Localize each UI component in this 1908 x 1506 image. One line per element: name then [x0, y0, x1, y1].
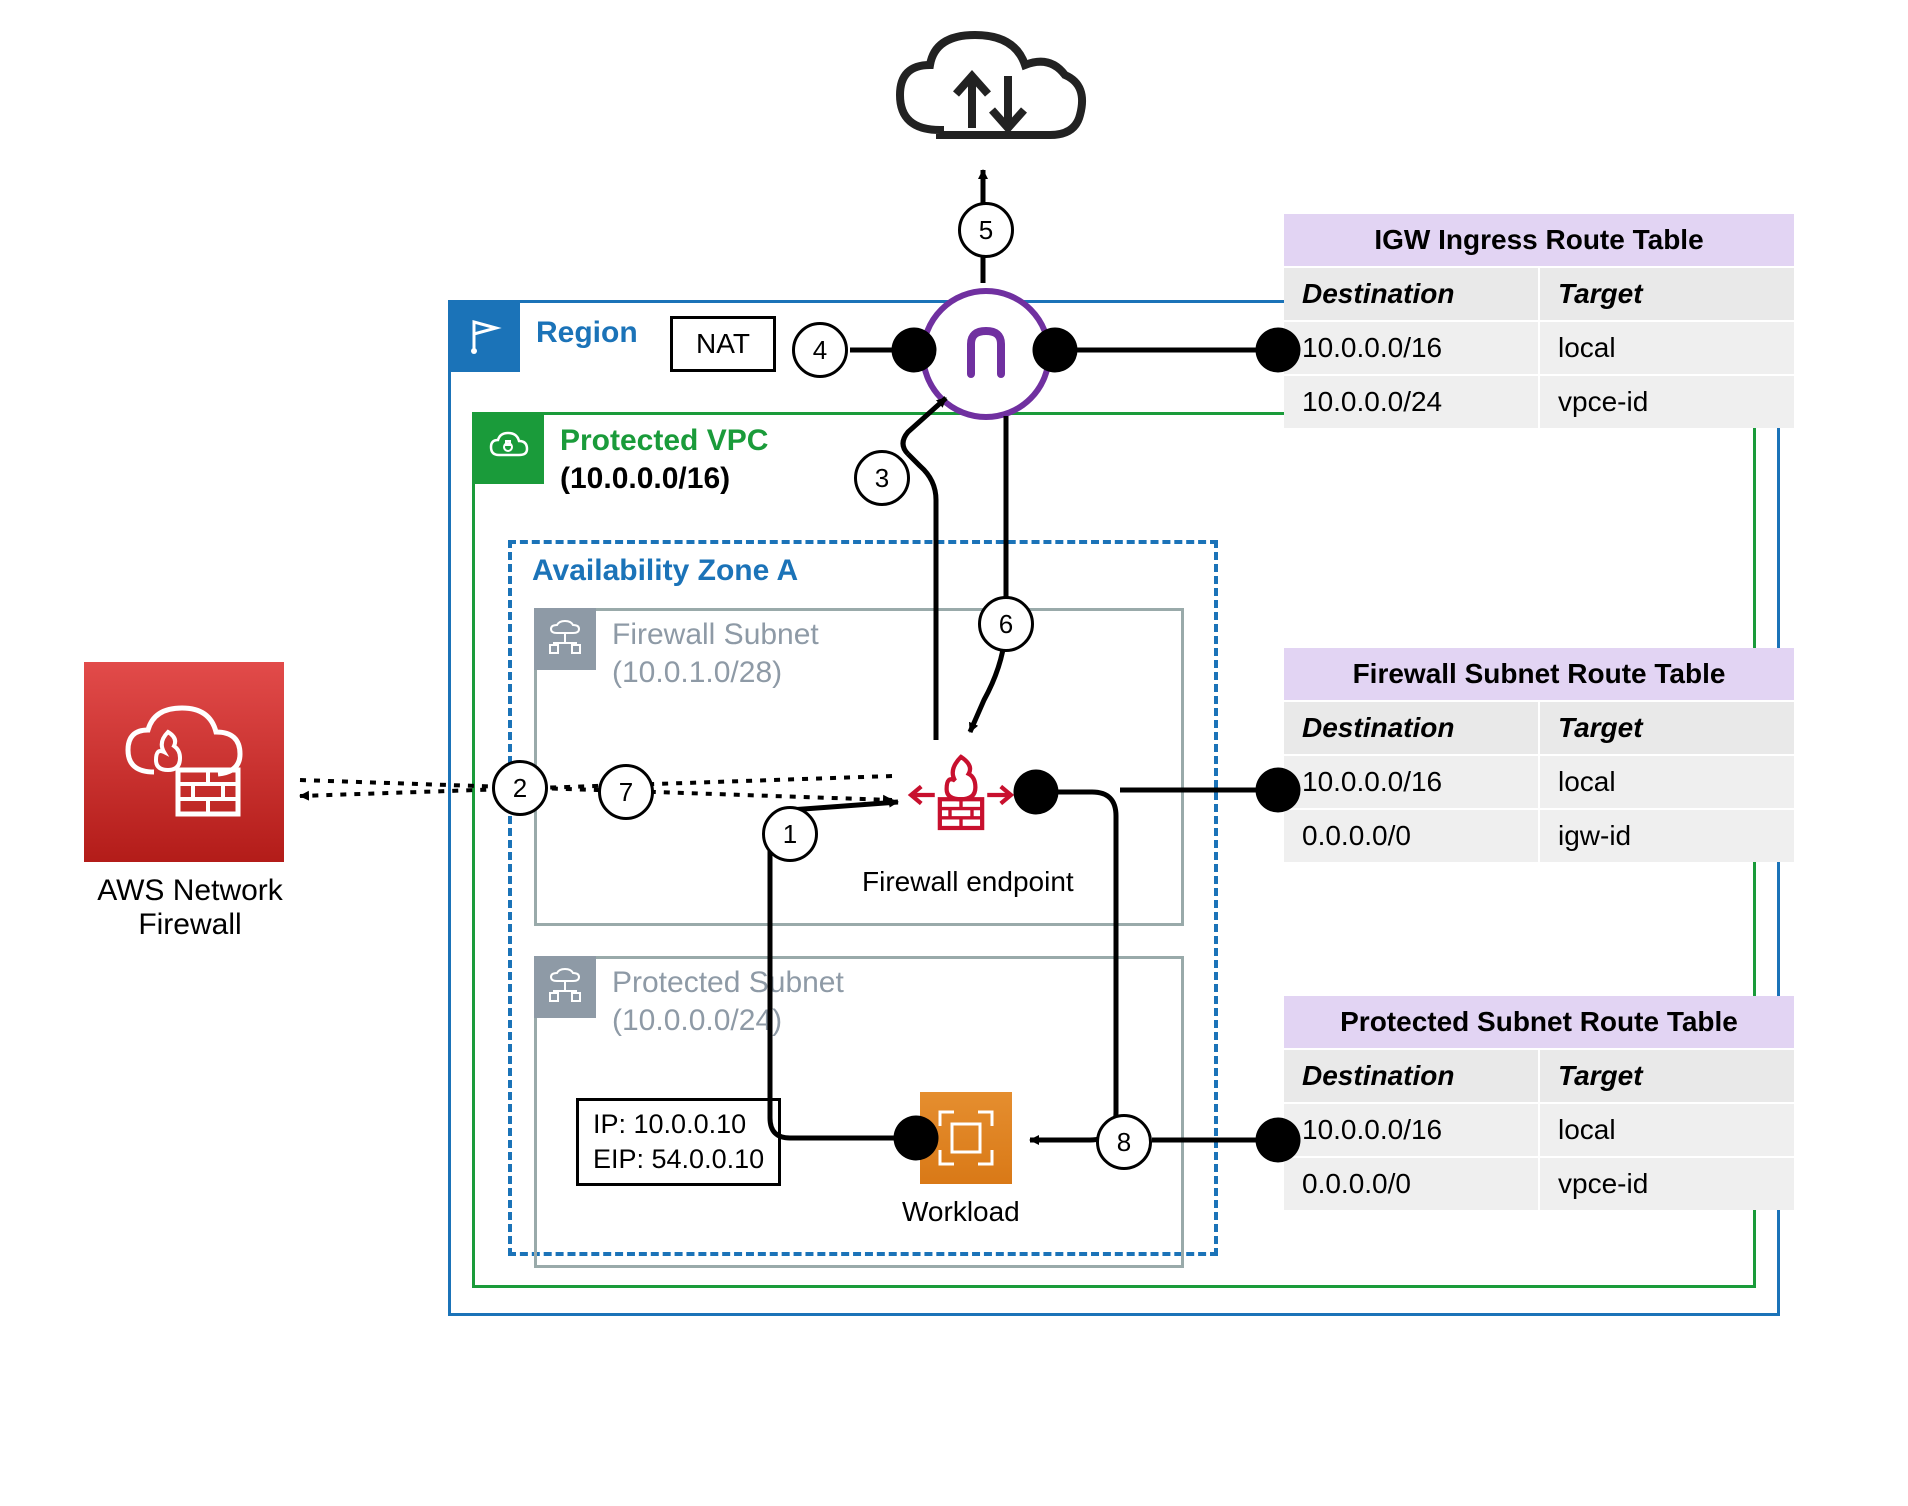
- workload-ip: IP: 10.0.0.10: [593, 1107, 764, 1142]
- availability-zone-label: Availability Zone A: [532, 554, 798, 588]
- route-table-cell: local: [1540, 322, 1794, 374]
- step-marker-8: 8: [1096, 1114, 1152, 1170]
- internet-gateway-icon: [920, 288, 1052, 420]
- workload-instance-icon: [920, 1092, 1012, 1184]
- route-table-header: Target: [1540, 702, 1794, 754]
- subnet-icon: [534, 956, 596, 1018]
- workload-ip-box: IP: 10.0.0.10 EIP: 54.0.0.10: [576, 1098, 781, 1186]
- firewall-endpoint-label: Firewall endpoint: [862, 866, 1074, 898]
- vpc-label: Protected VPC: [560, 424, 768, 458]
- route-table-title: Firewall Subnet Route Table: [1284, 648, 1794, 700]
- step-marker-3: 3: [854, 450, 910, 506]
- vpc-cidr: (10.0.0.0/16): [560, 462, 730, 496]
- route-table-cell: 10.0.0.0/16: [1284, 1104, 1540, 1156]
- route-table-header: Target: [1540, 268, 1794, 320]
- route-table-cell: local: [1540, 1104, 1794, 1156]
- step-marker-4: 4: [792, 322, 848, 378]
- route-table-header: Destination: [1284, 702, 1540, 754]
- route-table-cell: local: [1540, 756, 1794, 808]
- step-marker-1: 1: [762, 806, 818, 862]
- route-table-cell: 10.0.0.0/16: [1284, 756, 1540, 808]
- firewall-subnet-cidr: (10.0.1.0/28): [612, 656, 782, 690]
- route-table-title: Protected Subnet Route Table: [1284, 996, 1794, 1048]
- route-table-header: Target: [1540, 1050, 1794, 1102]
- workload-eip: EIP: 54.0.0.10: [593, 1142, 764, 1177]
- vpc-cloud-icon: [472, 412, 544, 484]
- protected-subnet-label: Protected Subnet: [612, 966, 844, 1000]
- step-marker-5: 5: [958, 202, 1014, 258]
- firewall-endpoint-icon: [906, 740, 1016, 850]
- route-table-cell: 0.0.0.0/0: [1284, 810, 1540, 862]
- internet-cloud-icon: [890, 20, 1090, 170]
- step-marker-6: 6: [978, 596, 1034, 652]
- aws-network-firewall-service-icon: [84, 662, 284, 862]
- firewall-subnet-label: Firewall Subnet: [612, 618, 819, 652]
- route-table-firewall-subnet: Firewall Subnet Route Table Destination …: [1284, 648, 1794, 862]
- workload-label: Workload: [902, 1196, 1020, 1228]
- route-table-header: Destination: [1284, 268, 1540, 320]
- route-table-cell: 10.0.0.0/24: [1284, 376, 1540, 428]
- route-table-cell: 0.0.0.0/0: [1284, 1158, 1540, 1210]
- protected-subnet-cidr: (10.0.0.0/24): [612, 1004, 782, 1038]
- region-label: Region: [536, 316, 638, 350]
- nat-label-box: NAT: [670, 316, 776, 372]
- route-table-cell: vpce-id: [1540, 376, 1794, 428]
- route-table-protected-subnet: Protected Subnet Route Table Destination…: [1284, 996, 1794, 1210]
- route-table-cell: vpce-id: [1540, 1158, 1794, 1210]
- region-flag-icon: [448, 300, 520, 372]
- route-table-igw-ingress: IGW Ingress Route Table Destination Targ…: [1284, 214, 1794, 428]
- route-table-title: IGW Ingress Route Table: [1284, 214, 1794, 266]
- route-table-cell: igw-id: [1540, 810, 1794, 862]
- step-marker-7: 7: [598, 764, 654, 820]
- route-table-cell: 10.0.0.0/16: [1284, 322, 1540, 374]
- route-table-header: Destination: [1284, 1050, 1540, 1102]
- step-marker-2: 2: [492, 760, 548, 816]
- aws-network-firewall-label: AWS Network Firewall: [50, 874, 330, 942]
- subnet-icon: [534, 608, 596, 670]
